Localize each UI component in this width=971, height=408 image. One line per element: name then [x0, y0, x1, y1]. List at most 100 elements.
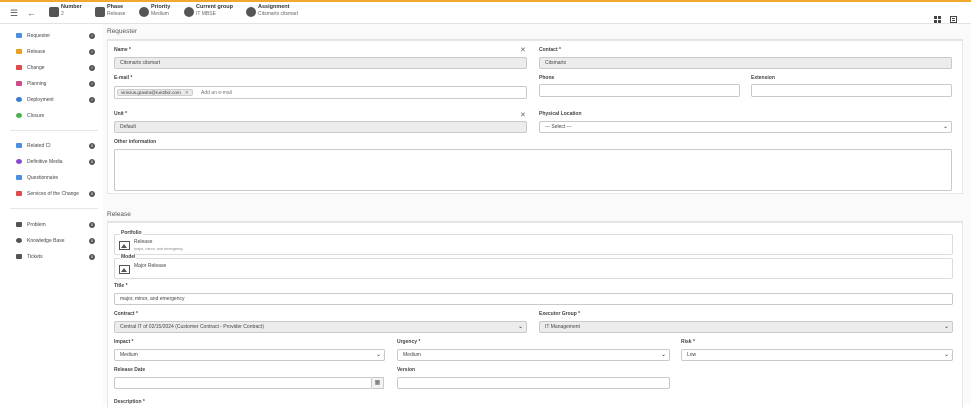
remove-email-icon[interactable]: ✕	[185, 90, 189, 95]
sidebar-item-change[interactable]: Change ✓	[13, 62, 98, 74]
chevron-down-icon: ⌄	[517, 324, 523, 330]
other-information-label: Other information	[114, 139, 157, 145]
sidebar-item-deployment[interactable]: Deployment ✓	[13, 94, 98, 106]
count-badge: 0	[89, 159, 95, 165]
risk-label: Risk *	[681, 339, 695, 345]
grid-view-icon[interactable]	[934, 10, 941, 23]
clear-unit-icon[interactable]: ✕	[520, 112, 526, 119]
description-label: Description *	[114, 399, 145, 405]
globe-icon	[16, 238, 22, 243]
check-icon: ✓	[89, 81, 95, 87]
change-icon	[16, 65, 22, 70]
extension-field[interactable]	[751, 84, 952, 97]
planning-icon	[16, 81, 22, 86]
document-icon[interactable]	[950, 10, 957, 23]
sidebar-item-definitive-media[interactable]: Definitive Media 0	[13, 156, 98, 168]
name-label: Name *	[114, 47, 131, 53]
deployment-icon	[16, 97, 22, 102]
requester-panel: Name * Citsmartx citsmart ✕ Contact * Ci…	[107, 40, 963, 194]
chevron-down-icon: ⌄	[943, 352, 949, 358]
other-information-textarea[interactable]	[114, 149, 952, 191]
version-field[interactable]	[397, 377, 670, 389]
sidebar-item-tickets[interactable]: Tickets 0	[13, 251, 98, 263]
executor-group-select[interactable]: IT Management ⌄	[539, 321, 953, 333]
title-label: Title *	[114, 283, 128, 289]
chevron-down-icon: ⌄	[942, 124, 948, 130]
sidebar-item-services-of-the-change[interactable]: Services of the Change 0	[13, 188, 98, 200]
phase-icon	[95, 7, 105, 17]
chevron-down-icon: ⌄	[660, 352, 666, 358]
hash-icon	[49, 7, 59, 17]
menu-icon[interactable]: ☰	[10, 6, 18, 20]
sidebar-divider	[10, 130, 98, 131]
media-icon	[16, 159, 22, 164]
cart-icon	[16, 254, 22, 259]
release-panel: Portfolio Release major, minor, and emer…	[107, 222, 963, 408]
image-icon	[119, 265, 130, 274]
email-label: E-mail *	[114, 75, 133, 81]
name-field[interactable]: Citsmartx citsmart	[114, 57, 527, 69]
phone-label: Phone	[539, 75, 555, 81]
model-lookup[interactable]: Model Major Release	[114, 254, 953, 279]
sidebar-item-closure[interactable]: Closure	[13, 110, 98, 122]
physical-location-select[interactable]: --- Select --- ⌄	[539, 121, 952, 133]
email-chip[interactable]: vinicius.gravito@run2biz.com ✕	[117, 89, 193, 96]
count-badge: 0	[89, 191, 95, 197]
count-badge: 0	[89, 143, 95, 149]
user-icon	[246, 7, 256, 17]
requester-section-title: Requester	[107, 28, 137, 35]
portfolio-value: Release	[134, 239, 153, 245]
urgency-label: Urgency *	[397, 339, 421, 345]
sidebar-item-planning[interactable]: Planning ✓	[13, 78, 98, 90]
chevron-down-icon: ⌄	[375, 352, 381, 358]
release-icon	[16, 49, 22, 54]
sidebar-item-requester[interactable]: Requester ✓	[13, 30, 98, 42]
portfolio-description: major, minor, and emergency	[134, 247, 183, 251]
contact-label: Contact *	[539, 47, 561, 53]
title-field[interactable]: major, minor, and emergency	[114, 293, 953, 305]
physical-location-label: Physical Location	[539, 111, 582, 117]
priority-icon	[139, 7, 149, 17]
email-placeholder: Add an e-mail	[201, 90, 232, 96]
check-icon: ✓	[89, 49, 95, 55]
sidebar-item-problem[interactable]: Problem 0	[13, 219, 98, 231]
portfolio-label: Portfolio	[120, 230, 143, 236]
contract-label: Contract *	[114, 311, 138, 317]
model-value: Major Release	[134, 263, 167, 269]
main-content: Requester Name * Citsmartx citsmart ✕ Co…	[103, 24, 971, 408]
impact-label: Impact *	[114, 339, 134, 345]
contract-select[interactable]: Central IT of 02/15/2024 (Customer Contr…	[114, 321, 527, 333]
group-icon	[184, 7, 194, 17]
warning-icon	[16, 191, 22, 196]
extension-label: Extension	[751, 75, 775, 81]
chevron-down-icon: ⌄	[943, 324, 949, 330]
risk-select[interactable]: Low ⌄	[681, 349, 953, 361]
clear-name-icon[interactable]: ✕	[520, 47, 526, 54]
check-icon: ✓	[89, 33, 95, 39]
sidebar-item-related-ci[interactable]: Related CI 0	[13, 140, 98, 152]
image-icon	[119, 241, 130, 250]
release-date-field[interactable]	[114, 377, 372, 389]
urgency-select[interactable]: Medium ⌄	[397, 349, 670, 361]
portfolio-lookup[interactable]: Portfolio Release major, minor, and emer…	[114, 230, 953, 255]
top-bar: ☰ ← Number 2 Phase Release Priority Medi…	[0, 0, 971, 24]
count-badge: 0	[89, 222, 95, 228]
model-label: Model	[120, 254, 137, 260]
unit-label: Unit *	[114, 111, 128, 117]
impact-select[interactable]: Medium ⌄	[114, 349, 385, 361]
sidebar-item-knowledge-base[interactable]: Knowledge Base 0	[13, 235, 98, 247]
requester-icon	[16, 33, 22, 38]
count-badge: 0	[89, 254, 95, 260]
email-field[interactable]: vinicius.gravito@run2biz.com ✕ Add an e-m…	[114, 86, 527, 99]
unit-field[interactable]: Default	[114, 121, 527, 133]
version-label: Version	[397, 367, 416, 373]
sidebar-item-questionnaire[interactable]: Questionnaire	[13, 172, 98, 184]
alert-icon	[16, 222, 22, 227]
calendar-icon[interactable]: ▦	[372, 377, 384, 389]
sidebar-item-release[interactable]: Release ✓	[13, 46, 98, 58]
phone-field[interactable]	[539, 84, 740, 97]
sidebar-divider	[10, 208, 98, 209]
back-arrow-icon[interactable]: ←	[27, 6, 36, 20]
contact-field[interactable]: Citsmartx	[539, 57, 952, 69]
check-icon: ✓	[89, 97, 95, 103]
